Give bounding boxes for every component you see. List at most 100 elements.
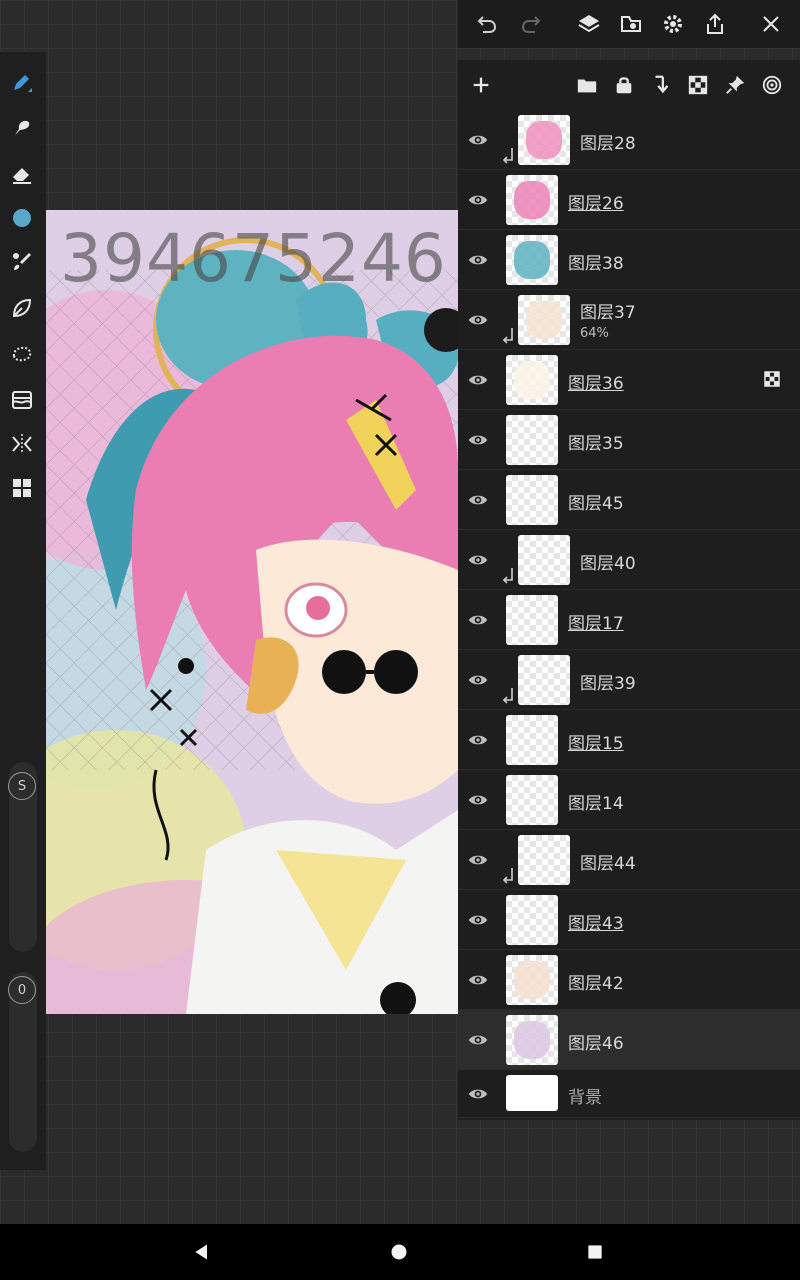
- merge-down-icon[interactable]: [648, 72, 674, 98]
- eraser-icon[interactable]: [6, 158, 38, 190]
- layer-row[interactable]: 图层17: [458, 590, 800, 650]
- layer-row[interactable]: 图层15: [458, 710, 800, 770]
- layout-icon[interactable]: [6, 472, 38, 504]
- layer-row[interactable]: 图层39: [458, 650, 800, 710]
- layer-thumbnail[interactable]: [518, 535, 570, 585]
- layer-row[interactable]: 图层43: [458, 890, 800, 950]
- layer-thumbnail[interactable]: [506, 895, 558, 945]
- visibility-eye-icon[interactable]: [466, 668, 490, 692]
- undo-icon[interactable]: [472, 10, 502, 38]
- visibility-eye-icon[interactable]: [466, 1082, 490, 1106]
- layer-row[interactable]: 图层40: [458, 530, 800, 590]
- layer-name: 图层38: [568, 254, 624, 274]
- layer-thumbnail[interactable]: [506, 715, 558, 765]
- layer-row[interactable]: 图层28: [458, 110, 800, 170]
- visibility-eye-icon[interactable]: [466, 788, 490, 812]
- alpha-lock-indicator-icon[interactable]: [764, 371, 780, 387]
- share-icon[interactable]: [700, 10, 730, 38]
- lasso-fill-icon[interactable]: [6, 292, 38, 324]
- visibility-eye-icon[interactable]: [466, 1028, 490, 1052]
- layer-name: 图层14: [568, 794, 624, 814]
- filter-icon[interactable]: [6, 384, 38, 416]
- layer-thumbnail[interactable]: [506, 355, 558, 405]
- layer-row[interactable]: 图层14: [458, 770, 800, 830]
- visibility-eye-icon[interactable]: [466, 548, 490, 572]
- layer-row[interactable]: 图层36: [458, 350, 800, 410]
- lock-icon[interactable]: [611, 72, 637, 98]
- clipping-arrow-icon: [502, 326, 516, 344]
- layer-thumbnail[interactable]: [506, 1075, 558, 1111]
- layer-name: 图层40: [580, 554, 636, 574]
- layer-thumbnail[interactable]: [506, 415, 558, 465]
- layer-thumbnail[interactable]: [518, 835, 570, 885]
- brush-opacity-knob[interactable]: 0: [8, 976, 36, 1004]
- visibility-eye-icon[interactable]: [466, 128, 490, 152]
- layer-name: 图层28: [580, 134, 636, 154]
- visibility-eye-icon[interactable]: [466, 968, 490, 992]
- close-icon[interactable]: [756, 10, 786, 38]
- layer-thumbnail[interactable]: [506, 775, 558, 825]
- blend-icon[interactable]: [759, 72, 785, 98]
- system-nav-bar: [0, 1224, 800, 1280]
- layer-row[interactable]: 背景: [458, 1070, 800, 1118]
- visibility-eye-icon[interactable]: [466, 428, 490, 452]
- alpha-lock-icon[interactable]: [685, 72, 711, 98]
- back-icon[interactable]: [190, 1240, 214, 1264]
- layer-name: 图层17: [568, 614, 624, 634]
- settings-icon[interactable]: [658, 10, 688, 38]
- top-bar: [458, 0, 800, 48]
- redo-icon[interactable]: [516, 10, 546, 38]
- color-swatch[interactable]: [6, 202, 38, 234]
- layer-thumbnail[interactable]: [506, 175, 558, 225]
- layers-toolbar: [458, 60, 800, 110]
- visibility-eye-icon[interactable]: [466, 488, 490, 512]
- layers-icon[interactable]: [574, 10, 604, 38]
- visibility-eye-icon[interactable]: [466, 368, 490, 392]
- canvas-watermark: 394675246: [60, 220, 447, 297]
- layer-thumbnail[interactable]: [506, 1015, 558, 1065]
- visibility-eye-icon[interactable]: [466, 308, 490, 332]
- layer-thumbnail[interactable]: [506, 595, 558, 645]
- recents-icon[interactable]: [583, 1240, 607, 1264]
- layer-row[interactable]: 图层37 64%: [458, 290, 800, 350]
- layer-name: 图层45: [568, 494, 624, 514]
- pen-icon[interactable]: [6, 66, 38, 98]
- left-toolbar: S 0: [0, 52, 46, 1170]
- transform-icon[interactable]: [616, 10, 646, 38]
- layer-row[interactable]: 图层42: [458, 950, 800, 1010]
- layer-thumbnail[interactable]: [506, 475, 558, 525]
- drawing-canvas[interactable]: 394675246: [46, 210, 458, 1014]
- layer-row[interactable]: 图层45: [458, 470, 800, 530]
- layer-name: 图层44: [580, 854, 636, 874]
- clipping-arrow-icon: [502, 686, 516, 704]
- smudge-icon[interactable]: [6, 112, 38, 144]
- visibility-eye-icon[interactable]: [466, 908, 490, 932]
- layer-row[interactable]: 图层35: [458, 410, 800, 470]
- layer-thumbnail[interactable]: [518, 655, 570, 705]
- home-icon[interactable]: [387, 1240, 411, 1264]
- layer-opacity: 64%: [580, 326, 609, 341]
- layer-row[interactable]: 图层26: [458, 170, 800, 230]
- brush-icon[interactable]: [6, 246, 38, 278]
- selection-icon[interactable]: [6, 338, 38, 370]
- visibility-eye-icon[interactable]: [466, 728, 490, 752]
- layer-thumbnail[interactable]: [506, 955, 558, 1005]
- visibility-eye-icon[interactable]: [466, 188, 490, 212]
- visibility-eye-icon[interactable]: [466, 248, 490, 272]
- layer-thumbnail[interactable]: [518, 295, 570, 345]
- layer-thumbnail[interactable]: [518, 115, 570, 165]
- brush-size-knob[interactable]: S: [8, 772, 36, 800]
- visibility-eye-icon[interactable]: [466, 848, 490, 872]
- layer-name: 图层43: [568, 914, 624, 934]
- pin-icon[interactable]: [722, 72, 748, 98]
- symmetry-icon[interactable]: [6, 428, 38, 460]
- folder-icon[interactable]: [574, 72, 600, 98]
- layer-row[interactable]: 图层44: [458, 830, 800, 890]
- visibility-eye-icon[interactable]: [466, 608, 490, 632]
- layer-row[interactable]: 图层46: [458, 1010, 800, 1070]
- add-layer-icon[interactable]: [468, 72, 494, 98]
- clipping-arrow-icon: [502, 146, 516, 164]
- layer-row[interactable]: 图层38: [458, 230, 800, 290]
- layer-name: 图层46: [568, 1034, 624, 1054]
- layer-thumbnail[interactable]: [506, 235, 558, 285]
